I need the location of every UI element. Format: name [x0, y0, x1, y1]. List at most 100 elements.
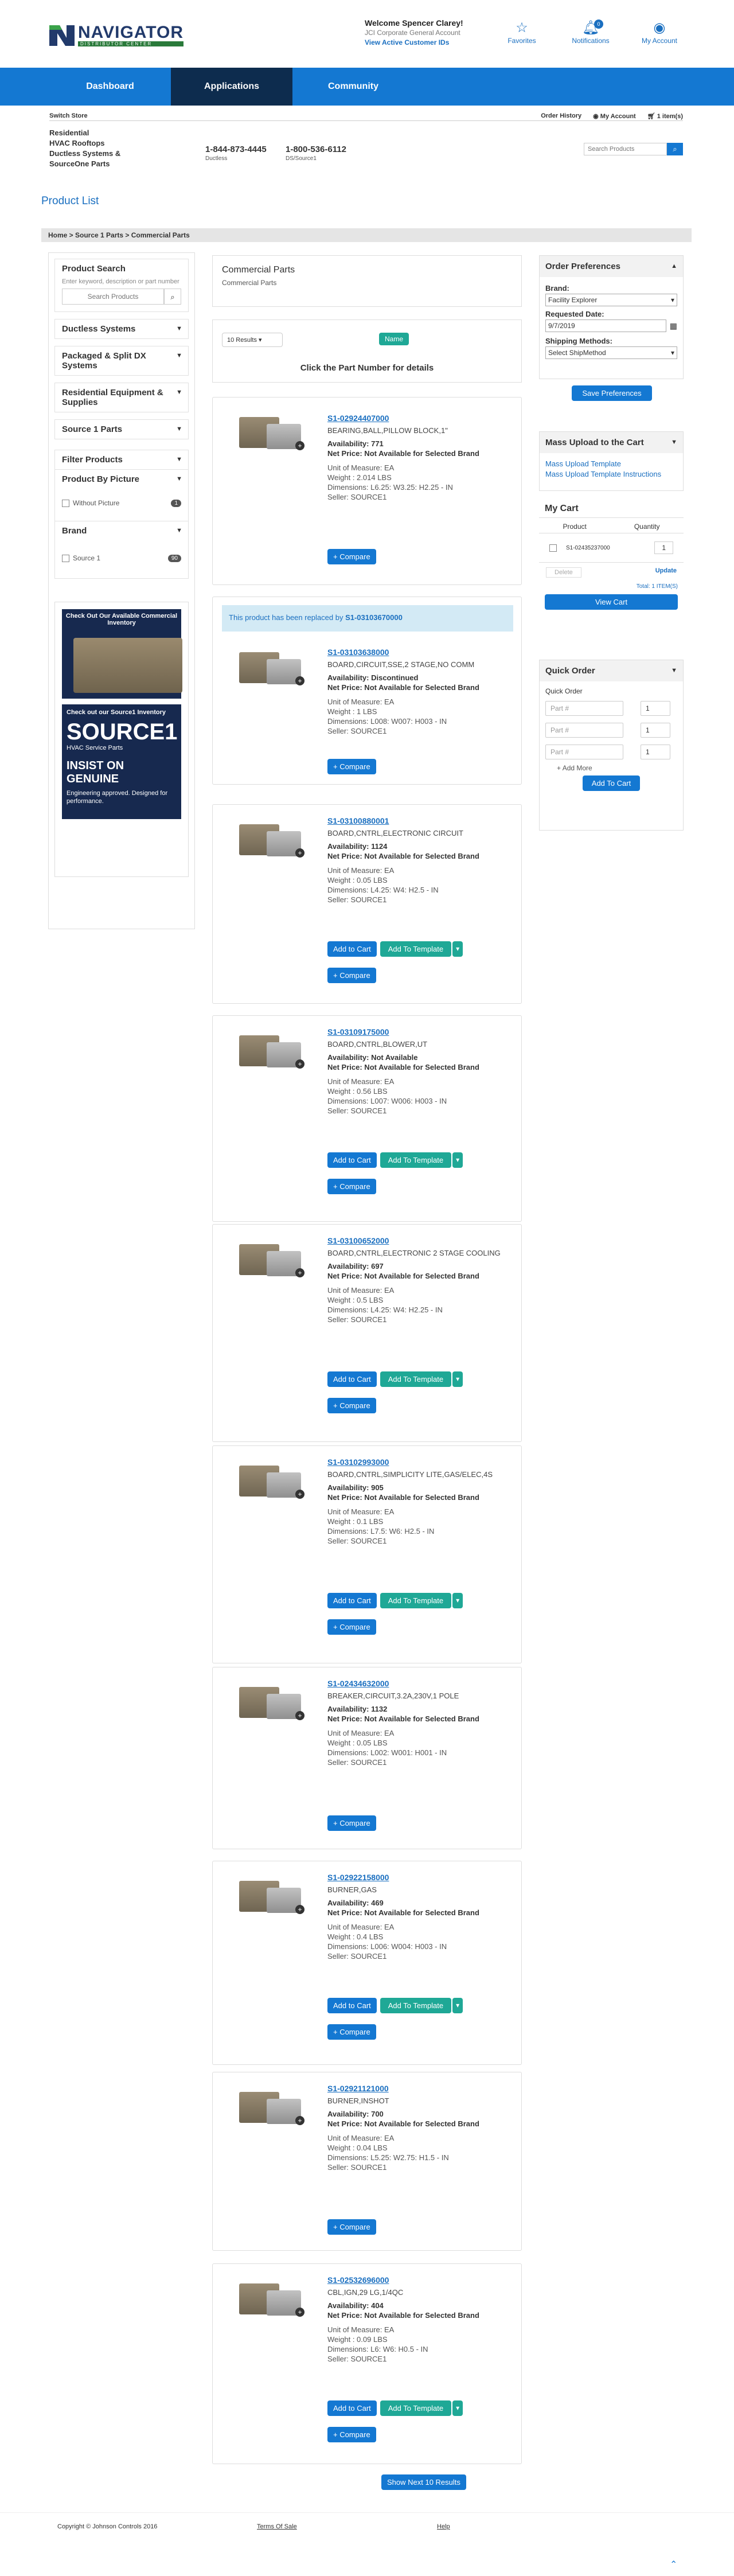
division-rooftops[interactable]: HVAC Rooftops	[49, 138, 120, 149]
date-input[interactable]: 9/7/2019	[545, 319, 666, 332]
add-to-template-button[interactable]: Add To Template	[380, 2400, 452, 2416]
delete-button[interactable]: Delete	[546, 567, 581, 578]
division-ductless[interactable]: Ductless Systems &	[49, 149, 120, 159]
sub-account-link[interactable]: ◉ My Account	[593, 112, 636, 120]
compare-button[interactable]: + Compare	[327, 549, 376, 564]
part-number-link[interactable]: S1-02434632000	[327, 1679, 511, 1689]
brand-source1-filter[interactable]: Source 1 90	[55, 550, 188, 567]
zoom-icon[interactable]: +	[295, 1268, 304, 1277]
checkbox[interactable]	[549, 544, 557, 552]
zoom-icon[interactable]: +	[295, 2308, 304, 2317]
product-image[interactable]: +	[236, 1238, 304, 1279]
add-to-cart-button[interactable]: Add to Cart	[327, 2400, 377, 2416]
product-image[interactable]: +	[236, 1460, 304, 1500]
add-to-template-button[interactable]: Add To Template	[380, 941, 452, 957]
zoom-icon[interactable]: +	[295, 1905, 304, 1914]
zoom-icon[interactable]: +	[295, 1711, 304, 1720]
category-packaged[interactable]: Packaged & Split DX Systems ▼	[54, 346, 189, 376]
scroll-top-icon[interactable]: ⌃	[670, 2559, 677, 2570]
ship-method-select[interactable]: Select ShipMethod ▾	[545, 346, 677, 359]
zoom-icon[interactable]: +	[295, 848, 304, 858]
part-number-link[interactable]: S1-03100652000	[327, 1236, 511, 1246]
source1-ad[interactable]: Check out our Source1 Inventory SOURCE1 …	[62, 704, 181, 819]
filter-products-title[interactable]: Filter Products ▼	[55, 450, 188, 470]
template-dropdown-icon[interactable]: ▾	[452, 1371, 463, 1387]
calendar-icon[interactable]: ▦	[670, 318, 677, 336]
template-dropdown-icon[interactable]: ▾	[452, 2400, 463, 2416]
add-to-cart-button[interactable]: Add to Cart	[327, 1998, 377, 2013]
brand-select[interactable]: Facility Explorer ▾	[545, 294, 677, 306]
template-dropdown-icon[interactable]: ▾	[452, 1998, 463, 2013]
part-number-link[interactable]: S1-02921121000	[327, 2084, 511, 2094]
compare-button[interactable]: + Compare	[327, 1815, 376, 1831]
checkbox[interactable]	[62, 554, 69, 562]
category-source1[interactable]: Source 1 Parts ▼	[54, 419, 189, 439]
favorites-button[interactable]: ☆ Favorites	[493, 20, 550, 45]
add-to-template-button[interactable]: Add To Template	[380, 1152, 452, 1168]
without-picture-filter[interactable]: Without Picture 1	[55, 494, 188, 512]
template-dropdown-icon[interactable]: ▾	[452, 941, 463, 957]
compare-button[interactable]: + Compare	[327, 759, 376, 774]
division-residential[interactable]: Residential	[49, 128, 120, 138]
zoom-icon[interactable]: +	[295, 1490, 304, 1499]
product-image[interactable]: +	[236, 411, 304, 451]
quick-add-to-cart-button[interactable]: Add To Cart	[583, 775, 640, 791]
product-image[interactable]: +	[236, 1875, 304, 1915]
part-number-link[interactable]: S1-03100880001	[327, 816, 511, 826]
add-to-cart-button[interactable]: Add to Cart	[327, 1593, 377, 1608]
part-number-link[interactable]: S1-02922158000	[327, 1873, 511, 1883]
mass-upload-header[interactable]: Mass Upload to the Cart ▼	[540, 432, 683, 453]
part-number-link[interactable]: S1-03103638000	[327, 648, 511, 657]
zoom-icon[interactable]: +	[295, 676, 304, 685]
part-number-input[interactable]: Part #	[545, 701, 623, 716]
checkbox[interactable]	[62, 499, 69, 507]
product-image[interactable]: +	[236, 646, 304, 687]
product-image[interactable]: +	[236, 819, 304, 859]
part-number-link[interactable]: S1-03102993000	[327, 1457, 511, 1467]
replacement-link[interactable]: S1-03103670000	[345, 613, 403, 622]
order-preferences-header[interactable]: Order Preferences ▲	[540, 256, 683, 277]
product-image[interactable]: +	[236, 2086, 304, 2126]
qty-input[interactable]: 1	[641, 723, 670, 738]
mass-upload-template-link[interactable]: Mass Upload Template	[545, 459, 677, 469]
template-dropdown-icon[interactable]: ▾	[452, 1152, 463, 1168]
category-ductless[interactable]: Ductless Systems ▼	[54, 319, 189, 339]
part-number-link[interactable]: S1-02532696000	[327, 2275, 511, 2285]
breadcrumb[interactable]: Home > Source 1 Parts > Commercial Parts	[41, 228, 692, 242]
compare-button[interactable]: + Compare	[327, 2219, 376, 2235]
qty-input[interactable]: 1	[641, 745, 670, 759]
part-number-link[interactable]: S1-02924407000	[327, 414, 511, 423]
nav-community[interactable]: Community	[292, 68, 414, 106]
add-to-cart-button[interactable]: Add to Cart	[327, 941, 377, 957]
compare-button[interactable]: + Compare	[327, 1619, 376, 1635]
zoom-icon[interactable]: +	[295, 2116, 304, 2125]
notifications-button[interactable]: 🔔︎ 0 Notifications	[562, 20, 619, 45]
template-dropdown-icon[interactable]: ▾	[452, 1593, 463, 1608]
cart-item-pn[interactable]: S1-02435237000	[566, 545, 610, 551]
navigator-logo[interactable]: NAVIGATOR DISTRIBUTOR CENTER	[49, 23, 184, 47]
update-button[interactable]: Update	[655, 567, 677, 578]
commercial-inventory-ad[interactable]: Check Out Our Available Commercial Inven…	[62, 609, 182, 699]
category-residential[interactable]: Residential Equipment & Supplies ▼	[54, 383, 189, 412]
product-image[interactable]: +	[236, 2278, 304, 2318]
sort-name-button[interactable]: Name	[379, 333, 409, 345]
results-select[interactable]: 10 Results ▾	[222, 333, 283, 347]
compare-button[interactable]: + Compare	[327, 1398, 376, 1413]
view-cart-button[interactable]: View Cart	[545, 594, 678, 610]
zoom-icon[interactable]: +	[295, 441, 304, 450]
cart-qty-input[interactable]: 1	[654, 541, 673, 554]
cart-link[interactable]: 🛒︎ 1 item(s)	[647, 112, 683, 120]
save-preferences-button[interactable]: Save Preferences	[572, 385, 652, 401]
terms-link[interactable]: Terms Of Sale	[257, 2523, 297, 2530]
add-to-template-button[interactable]: Add To Template	[380, 1593, 452, 1608]
add-to-template-button[interactable]: Add To Template	[380, 1998, 452, 2013]
compare-button[interactable]: + Compare	[327, 968, 376, 983]
quick-order-header[interactable]: Quick Order ▼	[540, 660, 683, 681]
add-more-link[interactable]: + Add More	[557, 764, 677, 772]
mass-upload-instructions-link[interactable]: Mass Upload Template Instructions	[545, 469, 677, 480]
part-number-input[interactable]: Part #	[545, 723, 623, 738]
product-search-input[interactable]	[62, 289, 164, 305]
add-to-cart-button[interactable]: Add to Cart	[327, 1371, 377, 1387]
product-image[interactable]: +	[236, 1030, 304, 1070]
add-to-template-button[interactable]: Add To Template	[380, 1371, 452, 1387]
